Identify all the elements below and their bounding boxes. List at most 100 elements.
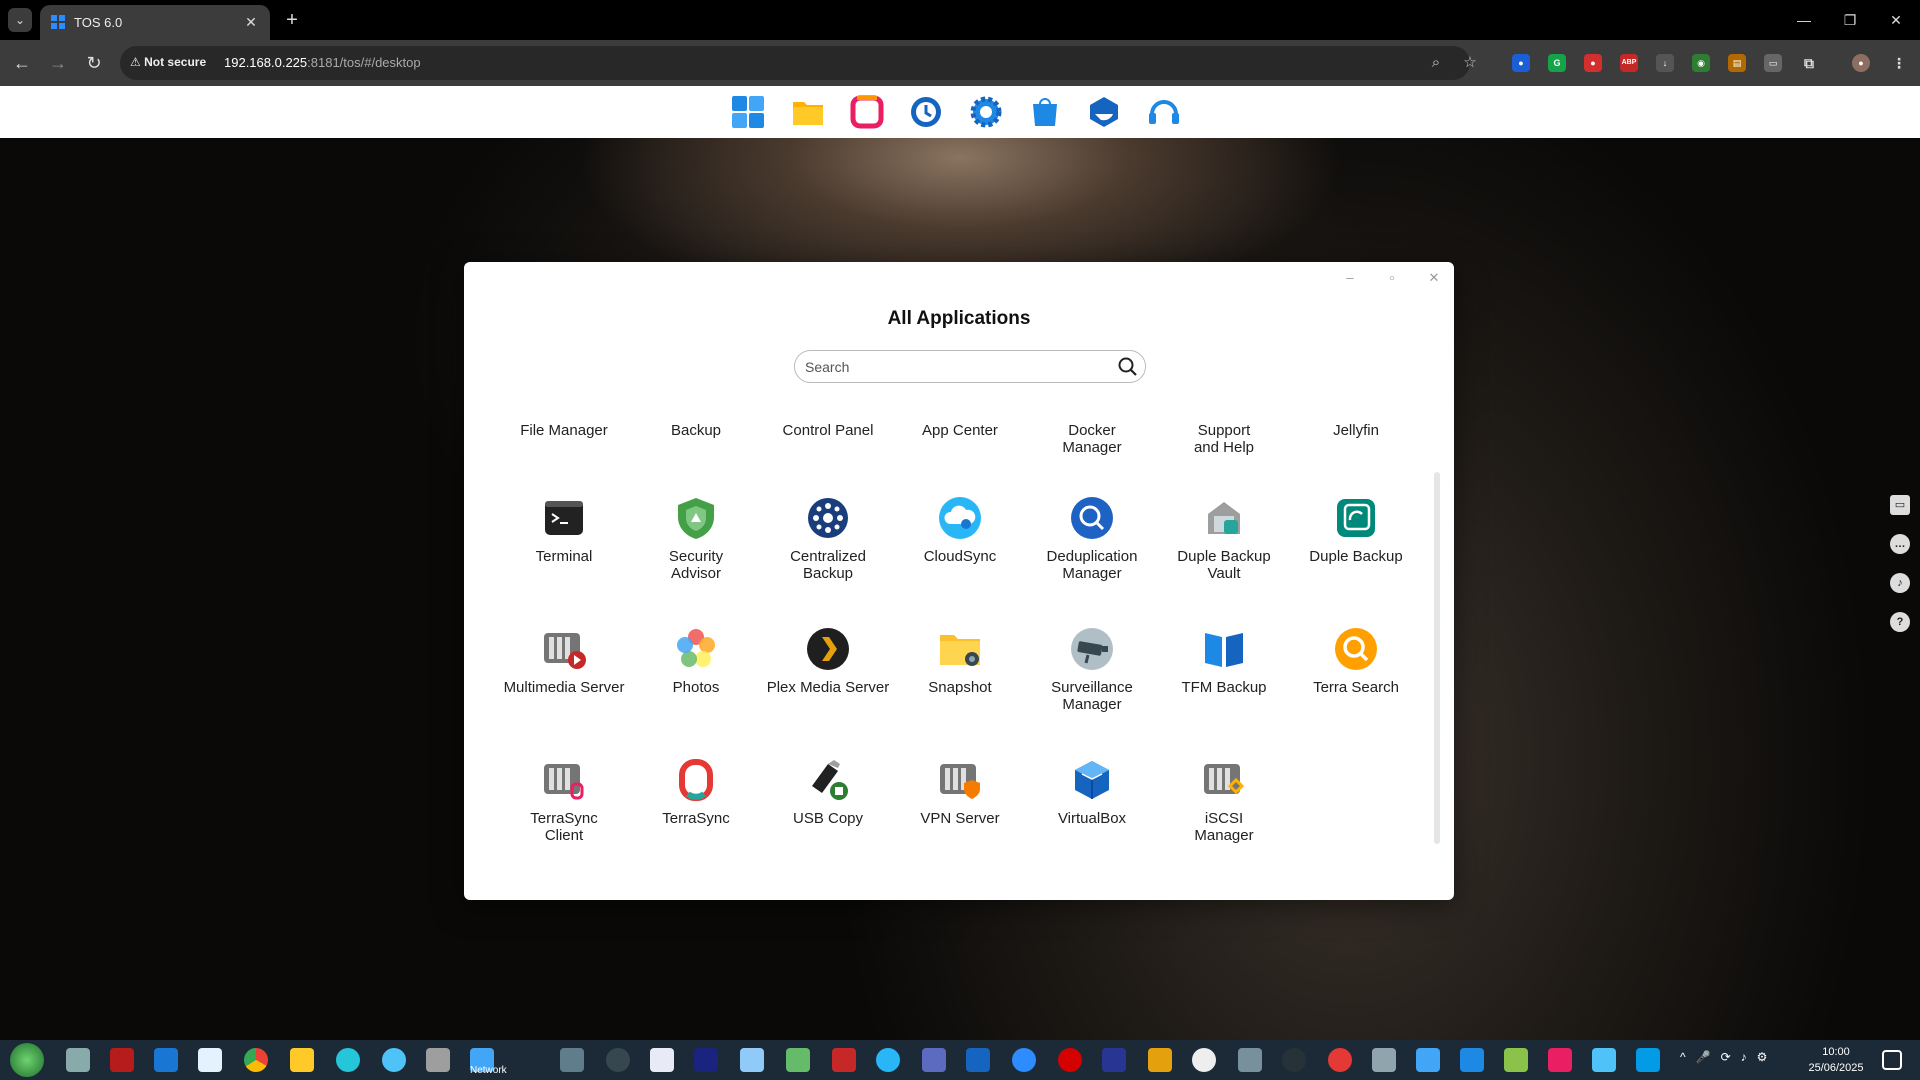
extension-icon[interactable]: ● [1512, 54, 1530, 72]
app-icon[interactable] [1460, 1048, 1484, 1072]
duple-backup-vault-icon [1208, 502, 1240, 534]
app-icon[interactable] [786, 1048, 810, 1072]
extension-icon[interactable]: ▤ [1728, 54, 1746, 72]
close-button[interactable]: ✕ [1876, 6, 1916, 34]
app-icon[interactable] [1238, 1048, 1262, 1072]
start-button[interactable] [10, 1043, 44, 1077]
app-icon[interactable] [154, 1048, 178, 1072]
all-apps-icon[interactable] [730, 94, 766, 130]
docker-manager-icon[interactable] [1086, 94, 1122, 130]
control-panel-gear-icon[interactable] [968, 94, 1004, 130]
terrasync-dock-icon[interactable] [849, 94, 885, 130]
app-icon[interactable] [110, 1048, 134, 1072]
app-icon[interactable] [1504, 1048, 1528, 1072]
notification-bell-icon[interactable]: ♪ [1890, 573, 1910, 593]
terra-search-icon [1335, 628, 1377, 670]
help-icon[interactable]: ? [1890, 612, 1910, 632]
opera-icon[interactable] [1328, 1048, 1352, 1072]
new-tab-button[interactable]: + [280, 8, 304, 32]
zoom-app-icon[interactable] [1012, 1048, 1036, 1072]
extension-icon[interactable]: ◉ [1692, 54, 1710, 72]
network-label: Network [470, 1065, 507, 1076]
snapshot-folder-icon [940, 635, 980, 666]
app-icon[interactable] [1058, 1048, 1082, 1072]
grammarly-extension-icon[interactable]: G [1548, 54, 1566, 72]
app-icon[interactable] [694, 1048, 718, 1072]
settings-app-icon[interactable] [66, 1048, 90, 1072]
app-icon[interactable] [382, 1048, 406, 1072]
tfm-backup-book-icon [1205, 633, 1243, 667]
app-icon[interactable] [606, 1048, 630, 1072]
plex-icon [807, 628, 849, 670]
extension-icon[interactable]: ▭ [1764, 54, 1782, 72]
app-icon[interactable] [1102, 1048, 1126, 1072]
teams-icon[interactable] [922, 1048, 946, 1072]
browser-menu-icon[interactable]: ⋮ [1890, 54, 1908, 72]
all-applications-window: – ▫ ✕ All Applications Search File Manag… [464, 262, 1454, 900]
app-label: Terminal [535, 548, 593, 565]
message-icon[interactable]: … [1890, 534, 1910, 554]
app-icon[interactable] [560, 1048, 584, 1072]
app-label: Duple Backup [1309, 548, 1403, 565]
search-app-icon[interactable] [336, 1048, 360, 1072]
app-icon[interactable] [1282, 1048, 1306, 1072]
app-icon[interactable] [832, 1048, 856, 1072]
app-icon[interactable] [966, 1048, 990, 1072]
clock[interactable]: 10:00 25/06/2025 [1800, 1044, 1872, 1076]
minimize-button[interactable]: — [1784, 6, 1824, 34]
adblock-extension-icon[interactable]: ABP [1620, 54, 1638, 72]
app-icon[interactable] [1192, 1048, 1216, 1072]
tab-close-icon[interactable]: ✕ [242, 13, 260, 31]
plex-taskbar-icon[interactable] [1148, 1048, 1172, 1072]
terminal-icon [545, 501, 583, 535]
chrome-icon[interactable] [244, 1048, 268, 1072]
app-label: Photos [672, 679, 720, 696]
app-label: Duple Backup Vault [1177, 548, 1271, 582]
app-grid: File Manager Backup Control Panel App Ce… [464, 262, 1454, 900]
app-label: Control Panel [782, 422, 874, 439]
support-headset-icon[interactable] [1146, 94, 1182, 130]
bookmark-star-icon[interactable]: ☆ [1460, 53, 1480, 73]
url-text[interactable]: 192.168.0.225:8181/tos/#/desktop [224, 55, 421, 70]
app-label: VPN Server [920, 810, 1000, 827]
extensions-puzzle-icon[interactable]: ⧉ [1800, 54, 1818, 72]
download-extension-icon[interactable]: ↓ [1656, 54, 1674, 72]
backup-dock-icon[interactable] [908, 94, 944, 130]
app-icon[interactable] [1372, 1048, 1396, 1072]
app-center-bag-icon[interactable] [1027, 94, 1063, 130]
app-label: CloudSync [923, 548, 997, 565]
app-icon[interactable] [1548, 1048, 1572, 1072]
scrollbar[interactable] [1434, 472, 1440, 844]
restore-button[interactable]: ❐ [1830, 6, 1870, 34]
app-icon[interactable] [650, 1048, 674, 1072]
profile-avatar[interactable]: ● [1852, 54, 1870, 72]
reload-button[interactable]: ↻ [82, 51, 106, 75]
monitor-widget-icon[interactable]: ▭ [1890, 495, 1910, 515]
terrasync-icon [679, 759, 713, 801]
file-manager-icon[interactable] [790, 94, 826, 130]
app-label: Jellyfin [1333, 422, 1379, 439]
zoom-icon[interactable]: ⌕ [1426, 53, 1446, 73]
app-icon[interactable] [740, 1048, 764, 1072]
app-icon[interactable] [1592, 1048, 1616, 1072]
calculator-icon[interactable] [1416, 1048, 1440, 1072]
file-explorer-icon[interactable] [290, 1048, 314, 1072]
tab-search-button[interactable]: ⌄ [8, 8, 32, 32]
browser-tab[interactable]: TOS 6.0 ✕ [40, 5, 270, 40]
back-button[interactable]: ← [10, 51, 34, 75]
extension-icon[interactable]: ● [1584, 54, 1602, 72]
app-icon[interactable] [1636, 1048, 1660, 1072]
address-bar[interactable]: ⚠ Not secure 192.168.0.225:8181/tos/#/de… [120, 46, 1477, 80]
app-label: Support and Help [1193, 422, 1255, 456]
app-icon[interactable] [876, 1048, 900, 1072]
surveillance-camera-icon [1071, 628, 1113, 670]
deduplication-icon [1071, 497, 1113, 539]
forward-button[interactable]: → [46, 51, 70, 75]
not-secure-badge[interactable]: ⚠ Not secure [130, 55, 206, 69]
app-icon[interactable] [426, 1048, 450, 1072]
app-icon[interactable] [198, 1048, 222, 1072]
notification-center-icon[interactable] [1882, 1050, 1902, 1070]
app-label: TerraSync [662, 810, 730, 827]
system-tray-icons[interactable]: ^🎤⟳♪⚙ [1680, 1050, 1777, 1064]
cloud-sync-icon [939, 497, 981, 539]
